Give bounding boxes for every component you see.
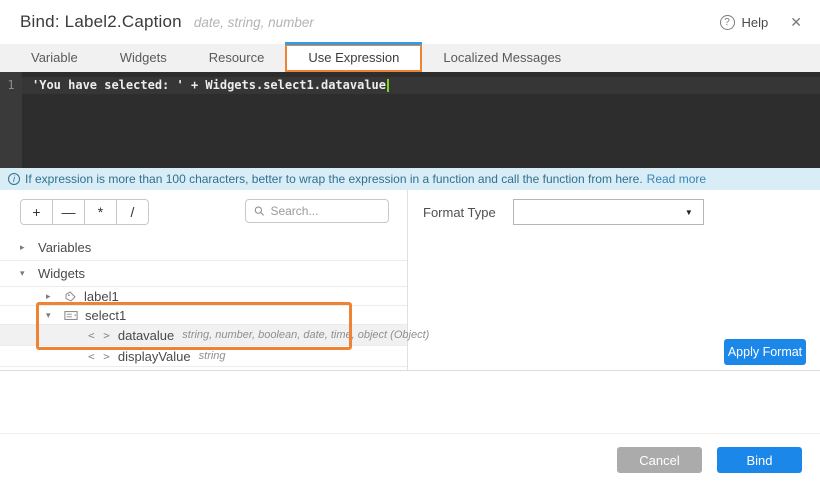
bind-button[interactable]: Bind [717,447,802,473]
tab-localized-messages[interactable]: Localized Messages [422,44,582,72]
divide-operator-button[interactable]: / [116,199,149,225]
apply-format-button[interactable]: Apply Format [724,339,806,365]
search-box[interactable] [245,199,389,223]
content-area: + — * / ▸ Variables [0,190,820,371]
tree-node-label: label1 [84,289,119,304]
caret-right-icon[interactable]: ▸ [46,291,58,302]
info-text: If expression is more than 100 character… [25,172,643,186]
tree-node-variables[interactable]: ▸ Variables [0,235,407,261]
tree-node-select1[interactable]: ▾ select1 [0,306,407,325]
multiply-operator-button[interactable]: * [84,199,117,225]
tree-node-label1[interactable]: ▸ label1 [0,287,407,306]
help-button[interactable]: ? Help [720,15,769,30]
title-subtitle: date, string, number [194,15,314,30]
minus-operator-button[interactable]: — [52,199,85,225]
line-number: 1 [7,78,14,92]
property-icon: < > [88,329,111,342]
property-type-text: string [199,350,226,362]
expression-code: 'You have selected: ' + Widgets.select1.… [32,78,386,92]
active-code-line: 'You have selected: ' + Widgets.select1.… [22,77,820,94]
label-widget-icon [64,290,77,303]
caret-right-icon[interactable]: ▸ [20,242,32,253]
tree-node-label: datavalue [118,328,174,343]
tab-bar: Variable Widgets Resource Use Expression… [0,44,820,72]
tree-toolbar: + — * / [0,190,407,235]
caret-down-icon[interactable]: ▾ [20,268,32,279]
help-label: Help [742,15,769,30]
bind-tree: ▸ Variables ▾ Widgets ▸ label1 [0,235,407,367]
select-widget-icon [64,310,78,321]
editor-gutter: 1 [0,72,22,168]
header-actions: ? Help ✕ [720,14,802,31]
help-icon: ? [720,15,735,30]
info-banner: i If expression is more than 100 charact… [0,168,820,190]
tree-node-displayvalue[interactable]: < > displayValue string [0,346,407,367]
active-tab-indicator [285,42,422,45]
footer-spacer [0,371,820,433]
info-icon: i [8,173,20,185]
bind-dialog: Bind: Label2.Caption date, string, numbe… [0,0,820,490]
text-cursor [387,79,389,92]
tree-node-label: displayValue [118,349,191,364]
format-type-dropdown[interactable]: ▼ [513,199,704,225]
search-input[interactable] [270,204,380,218]
page-title: Bind: Label2.Caption [20,12,182,32]
cancel-button[interactable]: Cancel [617,447,702,473]
tree-node-label: select1 [85,308,126,323]
expression-editor[interactable]: 1 'You have selected: ' + Widgets.select… [0,72,820,168]
tab-use-expression-label: Use Expression [308,50,399,65]
caret-down-icon[interactable]: ▾ [46,310,58,321]
read-more-link[interactable]: Read more [647,172,706,186]
plus-operator-button[interactable]: + [20,199,53,225]
property-icon: < > [88,350,111,363]
property-type-text: string, number, boolean, date, time, obj… [182,329,429,341]
title-wrap: Bind: Label2.Caption date, string, numbe… [20,12,314,32]
close-icon[interactable]: ✕ [790,14,802,31]
tab-use-expression[interactable]: Use Expression [285,44,422,72]
dialog-footer: Cancel Bind [0,433,820,473]
tab-variable[interactable]: Variable [10,44,99,72]
format-type-row: Format Type ▼ [409,190,820,225]
tab-resource[interactable]: Resource [188,44,286,72]
tab-widgets[interactable]: Widgets [99,44,188,72]
tree-node-widgets[interactable]: ▾ Widgets [0,261,407,287]
search-icon [254,205,264,217]
format-panel: Format Type ▼ Apply Format [409,190,820,370]
tree-panel: + — * / ▸ Variables [0,190,408,370]
editor-code-area[interactable]: 'You have selected: ' + Widgets.select1.… [22,72,820,168]
tree-node-label: Widgets [38,266,85,281]
operator-button-group: + — * / [20,199,149,225]
dialog-header: Bind: Label2.Caption date, string, numbe… [0,0,820,44]
tree-node-label: Variables [38,240,91,255]
tree-node-datavalue[interactable]: < > datavalue string, number, boolean, d… [0,325,407,346]
dropdown-caret-icon: ▼ [685,208,693,217]
format-type-label: Format Type [423,205,496,220]
